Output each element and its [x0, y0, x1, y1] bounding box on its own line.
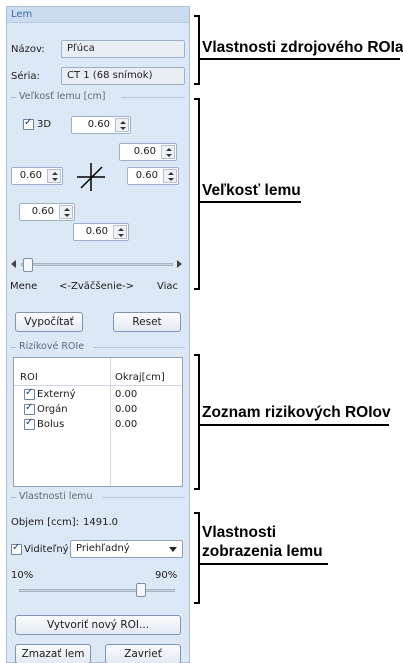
- table-row[interactable]: Bolus 0.00: [14, 417, 182, 432]
- column-header-margin[interactable]: Okraj[cm]: [115, 372, 165, 384]
- group-divider: [11, 97, 16, 98]
- margin-bottom-spinbox[interactable]: 0.60: [73, 223, 129, 241]
- margin-right-value: 0.60: [135, 170, 158, 181]
- calculate-button[interactable]: Vypočítať: [15, 312, 83, 332]
- display-mode-value: Priehľadný: [76, 543, 130, 554]
- delete-margin-button[interactable]: Zmazať lem: [15, 644, 91, 663]
- header-divider: [14, 385, 182, 386]
- table-row[interactable]: Externý 0.00: [14, 387, 182, 402]
- margin-size-group-title: Veľkosť lemu [cm]: [19, 91, 106, 102]
- volume-label: Objem [ccm]:: [11, 517, 79, 528]
- row-margin-value: 0.00: [115, 389, 138, 400]
- row-roi-name: Orgán: [37, 404, 68, 415]
- spin-arrows-icon[interactable]: [163, 169, 177, 183]
- chevron-down-icon[interactable]: [169, 547, 177, 552]
- slider-center-label: <-Zväčšenie->: [59, 281, 134, 292]
- annotation-risk-list: Zoznam rizikových ROIov: [202, 404, 391, 421]
- panel-title: Lem: [7, 7, 189, 23]
- margin-panel: Lem Názov: Pľúca Séria: CT 1 (68 snímok)…: [6, 6, 190, 663]
- row-roi-name: Bolus: [37, 419, 65, 430]
- spin-arrows-icon[interactable]: [59, 205, 73, 219]
- margin-properties-group-title: Vlastnosti lemu: [19, 491, 93, 502]
- display-bracket: [194, 512, 200, 604]
- annotation-display-line1: Vlastnosti: [202, 524, 277, 541]
- slider-left-arrow-icon[interactable]: [10, 259, 18, 269]
- margin-right-upper-value: 0.60: [133, 146, 156, 157]
- margin-left-spinbox[interactable]: 0.60: [11, 167, 63, 185]
- margin-left-value: 0.60: [19, 170, 42, 181]
- spin-arrows-icon[interactable]: [113, 225, 127, 239]
- row-margin-value: 0.00: [115, 404, 138, 415]
- group-divider: [121, 97, 185, 98]
- opacity-max-label: 90%: [155, 570, 178, 581]
- visible-label: Viditeľný: [24, 544, 69, 555]
- annotation-underline: [198, 424, 389, 426]
- annotation-size: Veľkosť lemu: [202, 182, 301, 199]
- spin-arrows-icon[interactable]: [161, 145, 175, 159]
- annotation-underline: [198, 563, 328, 565]
- magnification-slider-track[interactable]: [21, 263, 173, 266]
- row-margin-value: 0.00: [115, 419, 138, 430]
- row-checkbox[interactable]: [24, 387, 35, 400]
- margin-right-spinbox[interactable]: 0.60: [127, 167, 179, 185]
- reset-button[interactable]: Reset: [113, 312, 181, 332]
- volume-value: 1491.0: [83, 517, 118, 528]
- spin-arrows-icon[interactable]: [115, 118, 129, 132]
- display-mode-dropdown[interactable]: Priehľadný: [70, 540, 183, 558]
- row-roi-name: Externý: [37, 389, 76, 400]
- annotation-source: Vlastnosti zdrojového ROIa: [202, 39, 403, 56]
- margin-direction-icon: [77, 163, 105, 191]
- column-header-roi[interactable]: ROI: [20, 372, 38, 384]
- margin-right-upper-spinbox[interactable]: 0.60: [119, 143, 177, 161]
- magnification-slider-thumb[interactable]: [23, 258, 33, 272]
- create-roi-button[interactable]: Vytvoriť nový ROI...: [15, 615, 181, 635]
- series-label: Séria:: [11, 71, 40, 82]
- slider-right-arrow-icon[interactable]: [175, 259, 183, 269]
- three-d-checkbox[interactable]: [23, 117, 34, 130]
- opacity-min-label: 10%: [11, 570, 34, 581]
- margin-bottom-value: 0.60: [85, 226, 108, 237]
- three-d-label: 3D: [37, 119, 52, 130]
- size-bracket: [194, 98, 200, 290]
- annotation-underline: [198, 58, 400, 60]
- source-bracket: [194, 15, 200, 85]
- risk-bracket: [194, 354, 200, 490]
- margin-top-spinbox[interactable]: 0.60: [71, 116, 131, 134]
- visible-checkbox[interactable]: [11, 542, 22, 555]
- name-label: Názov:: [11, 44, 45, 55]
- annotation-underline: [198, 201, 301, 203]
- spin-arrows-icon[interactable]: [47, 169, 61, 183]
- risk-rois-group-title: Rizikové ROIe: [19, 341, 85, 352]
- slider-less-label: Mene: [10, 281, 38, 292]
- series-field[interactable]: CT 1 (68 snímok): [61, 67, 185, 85]
- name-field[interactable]: Pľúca: [61, 40, 185, 58]
- group-divider: [103, 497, 185, 498]
- row-checkbox[interactable]: [24, 402, 35, 415]
- margin-top-value: 0.60: [87, 119, 110, 130]
- row-checkbox[interactable]: [24, 417, 35, 430]
- close-button[interactable]: Zavrieť: [105, 644, 181, 663]
- slider-more-label: Viac: [157, 281, 179, 292]
- opacity-slider-track[interactable]: [19, 589, 175, 592]
- group-divider: [11, 497, 16, 498]
- margin-left-lower-spinbox[interactable]: 0.60: [19, 203, 75, 221]
- table-row[interactable]: Orgán 0.00: [14, 402, 182, 417]
- opacity-slider-thumb[interactable]: [135, 583, 146, 597]
- group-divider: [93, 347, 185, 348]
- margin-left-lower-value: 0.60: [31, 206, 54, 217]
- annotation-display-line2: zobrazenia lemu: [202, 543, 323, 560]
- risk-rois-list[interactable]: ROI Okraj[cm] Externý 0.00 Orgán 0.00 Bo…: [13, 357, 183, 487]
- group-divider: [11, 347, 16, 348]
